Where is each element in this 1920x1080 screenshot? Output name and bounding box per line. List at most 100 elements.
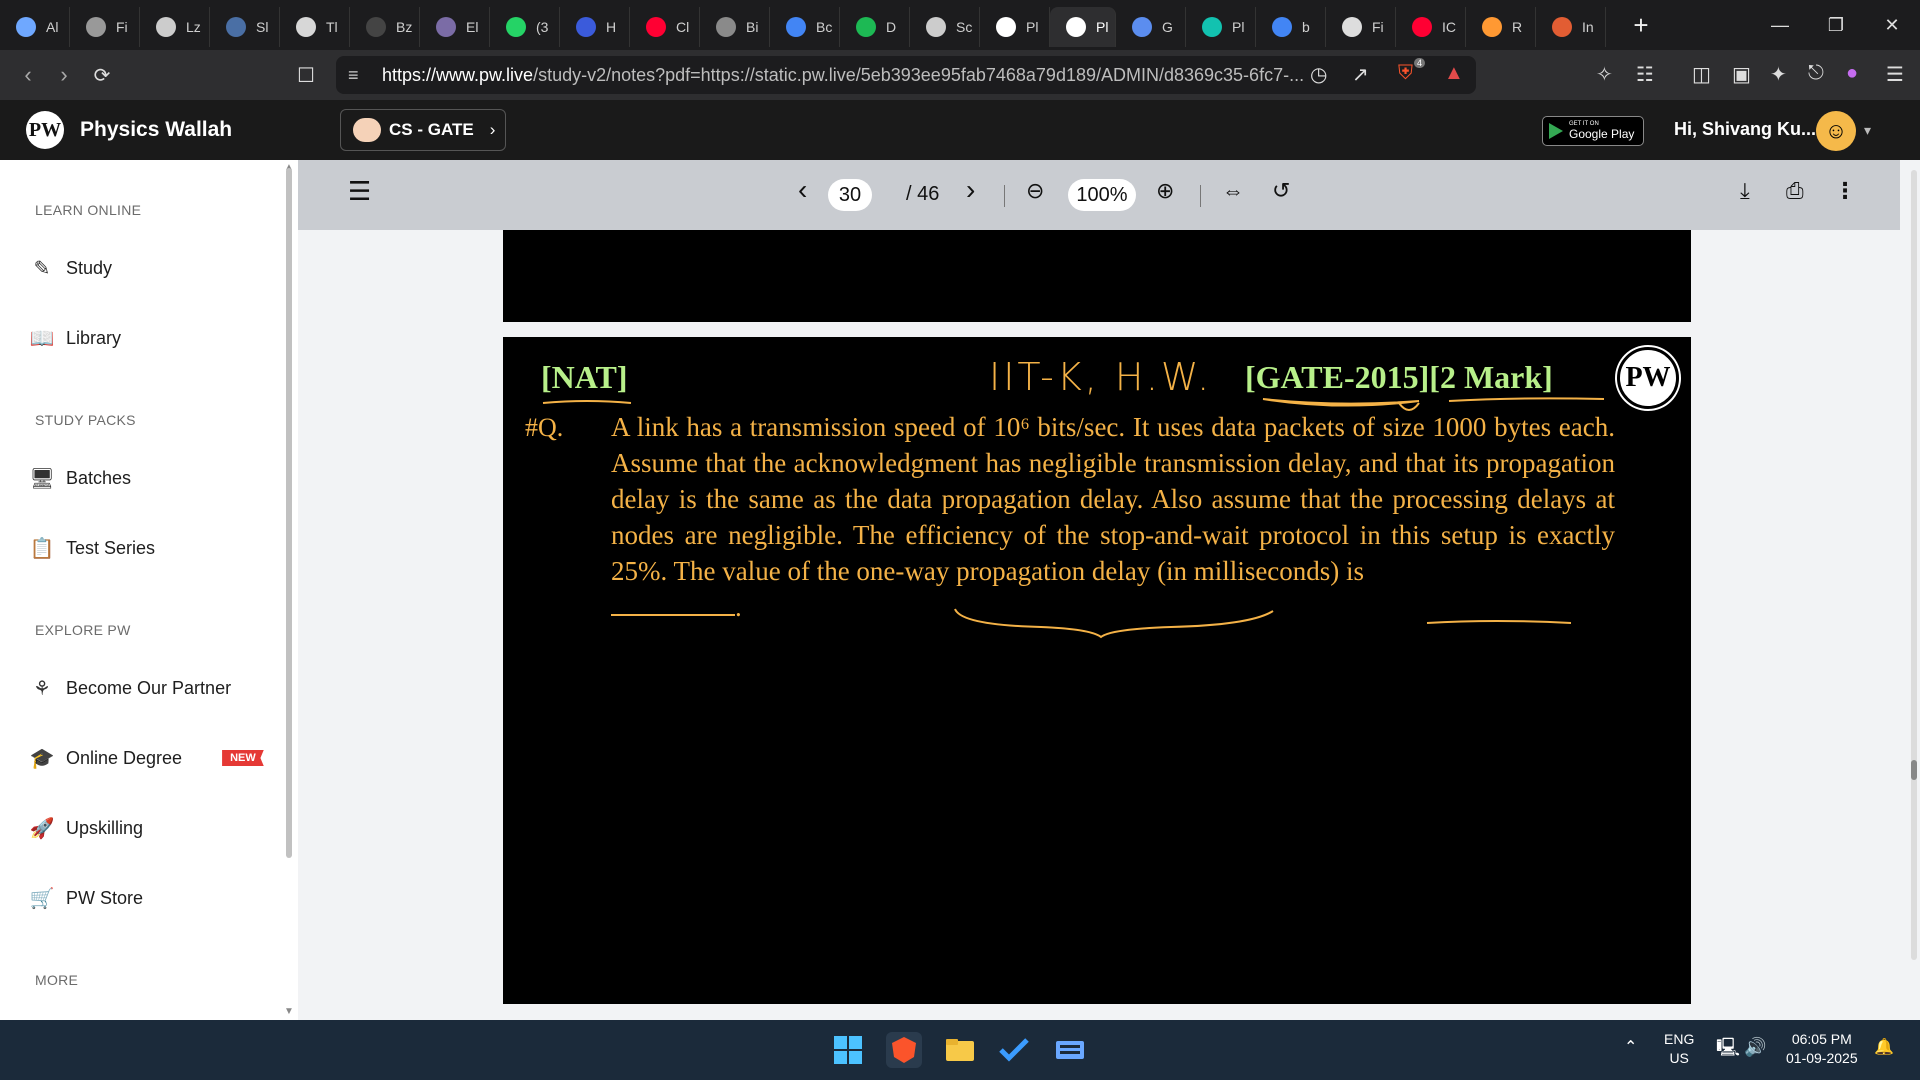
sidebar-scrollbar[interactable] (286, 168, 292, 858)
zoom-out-icon[interactable]: ⊖ (1026, 178, 1044, 204)
language-indicator[interactable]: ENG US (1664, 1030, 1694, 1068)
pdf-scrollbar[interactable] (1902, 160, 1920, 1020)
reload-icon[interactable]: ⟳ (84, 57, 120, 93)
leo-ai-icon[interactable]: ✦ (1770, 62, 1787, 87)
network-icon[interactable]: 🖳 (1716, 1038, 1740, 1057)
brave-rewards-icon[interactable]: ▲ (1444, 62, 1464, 85)
restore-button[interactable]: ❐ (1808, 0, 1864, 50)
batch-selector[interactable]: CS - GATE › (340, 109, 506, 151)
brand-name[interactable]: Physics Wallah (80, 118, 232, 142)
tray-overflow-icon[interactable]: ⌃ (1624, 1038, 1637, 1057)
browser-tab[interactable]: Pl (1186, 7, 1256, 47)
site-settings-icon[interactable]: ≡ (348, 65, 359, 86)
user-greeting[interactable]: Hi, Shivang Ku... (1674, 119, 1816, 140)
browser-tab[interactable]: Sl (210, 7, 280, 47)
browser-tab[interactable]: D (840, 7, 910, 47)
wallet-icon[interactable]: ▣ (1732, 62, 1751, 87)
scroll-down-icon[interactable]: ▼ (284, 1006, 294, 1017)
tab-favicon-icon (1272, 17, 1292, 37)
windows-start-icon[interactable] (830, 1032, 866, 1068)
next-page-icon[interactable]: › (966, 174, 975, 206)
scroll-thumb[interactable] (1911, 760, 1917, 780)
fit-width-icon[interactable]: ⇔ (1222, 178, 1244, 204)
sidebar-item-batches[interactable]: 🖥 Batches (29, 466, 131, 490)
browser-tab[interactable]: In (1536, 7, 1606, 47)
sidebar-item-library[interactable]: 📖 Library (30, 326, 121, 350)
profile-icon[interactable]: ● (1846, 62, 1858, 85)
answer-blank (611, 594, 735, 616)
forward-button[interactable]: › (46, 57, 82, 93)
menu-icon[interactable]: ☰ (1886, 62, 1904, 87)
browser-tab[interactable]: Bc (770, 7, 840, 47)
browser-tab[interactable]: IC (1396, 7, 1466, 47)
keyboard-app-icon[interactable] (1052, 1032, 1088, 1068)
google-play-icon (1549, 123, 1563, 139)
sidebar-item-pw-store[interactable]: 🛒 PW Store (30, 886, 143, 910)
browser-tab[interactable]: b (1256, 7, 1326, 47)
sidebar-item-upskilling[interactable]: 🚀 Upskilling (30, 816, 143, 840)
sidebar-toggle-icon[interactable]: ◫ (1692, 62, 1711, 87)
new-tab-button[interactable]: + (1626, 10, 1656, 41)
sidebar-item-study[interactable]: ✎ Study (30, 256, 112, 280)
browser-tab[interactable]: Tl (280, 7, 350, 47)
brave-browser-icon[interactable] (886, 1032, 922, 1068)
extensions-icon[interactable]: ✧ (1596, 62, 1613, 87)
back-button[interactable]: ‹ (10, 57, 46, 93)
browser-tab[interactable]: Sc (910, 7, 980, 47)
browser-tab[interactable]: Pl (980, 7, 1050, 47)
todo-icon[interactable] (996, 1032, 1032, 1068)
download-icon[interactable]: ⤓ (1740, 178, 1750, 204)
page-total: / 46 (906, 183, 940, 205)
brave-shields-icon[interactable]: ⛨ (1398, 62, 1413, 85)
browser-tab[interactable]: Lz (140, 7, 210, 47)
avatar[interactable]: ☺ (1816, 111, 1856, 151)
rotate-icon[interactable]: ↺ (1272, 178, 1290, 204)
chevron-down-icon[interactable]: ▾ (1864, 122, 1871, 139)
minimize-button[interactable]: — (1752, 0, 1808, 50)
zoom-in-icon[interactable]: ⊕ (1156, 178, 1174, 204)
address-bar[interactable]: ≡ https://www.pw.live/study-v2/notes?pdf… (336, 56, 1476, 94)
page-number-input[interactable]: 30 (828, 179, 872, 211)
history-icon[interactable]: ◷ (1310, 62, 1327, 87)
sidebar-item-label: Library (66, 327, 122, 348)
outline-menu-icon[interactable]: ☰ (348, 176, 371, 207)
tab-title: Pl (1096, 19, 1109, 35)
pdf-page-area[interactable]: [NAT] IIT-K, H.W. [GATE-2015][2 Mark] PW… (298, 230, 1900, 1020)
browser-tab[interactable]: El (420, 7, 490, 47)
tab-search-icon[interactable]: ☷ (1636, 62, 1654, 87)
sidebar-item-test-series[interactable]: 📋 Test Series (30, 536, 156, 560)
tab-title: Pl (1232, 19, 1245, 35)
browser-tab[interactable]: Bi (700, 7, 770, 47)
zoom-level[interactable]: 100% (1068, 179, 1136, 211)
browser-tab[interactable]: (3 (490, 7, 560, 47)
print-icon[interactable]: ⎙ (1786, 178, 1804, 204)
active-tab[interactable]: Pl✕ (1050, 7, 1116, 47)
google-play-button[interactable]: GET IT ON Google Play (1542, 116, 1644, 146)
more-options-icon[interactable]: ⋮ (1834, 178, 1856, 204)
browser-tab[interactable]: R (1466, 7, 1536, 47)
vpn-icon[interactable]: ⎋ (1808, 62, 1824, 85)
sidebar-item-online-degree[interactable]: 🎓 Online Degree NEW (30, 746, 264, 770)
bookmark-icon[interactable]: ☐ (288, 57, 324, 93)
tab-favicon-icon (156, 17, 176, 37)
browser-tab[interactable]: H (560, 7, 630, 47)
window-controls: — ❐ ✕ (1752, 0, 1920, 50)
prev-page-icon[interactable]: ‹ (798, 174, 807, 206)
browser-tab[interactable]: Fi (1326, 7, 1396, 47)
tab-title: El (466, 19, 479, 35)
clock[interactable]: 06:05 PM 01-09-2025 (1786, 1030, 1858, 1068)
browser-tab[interactable]: Bz (350, 7, 420, 47)
volume-icon[interactable]: 🔊 (1744, 1038, 1766, 1057)
sidebar-item-become-partner[interactable]: ⚘ Become Our Partner (30, 676, 231, 700)
pw-logo[interactable]: PW (26, 111, 64, 149)
file-explorer-icon[interactable] (942, 1032, 978, 1068)
chevron-right-icon: › (489, 120, 496, 139)
share-icon[interactable]: ↗ (1352, 62, 1369, 87)
browser-tab[interactable]: G (1116, 7, 1186, 47)
sidebar-item-label: PW Store (66, 887, 144, 908)
browser-tab[interactable]: Al (0, 7, 70, 47)
browser-tab[interactable]: Fi (70, 7, 140, 47)
browser-tab[interactable]: Cl (630, 7, 700, 47)
close-window-button[interactable]: ✕ (1864, 0, 1920, 50)
notification-bell-icon[interactable]: 🔔 (1874, 1038, 1894, 1057)
